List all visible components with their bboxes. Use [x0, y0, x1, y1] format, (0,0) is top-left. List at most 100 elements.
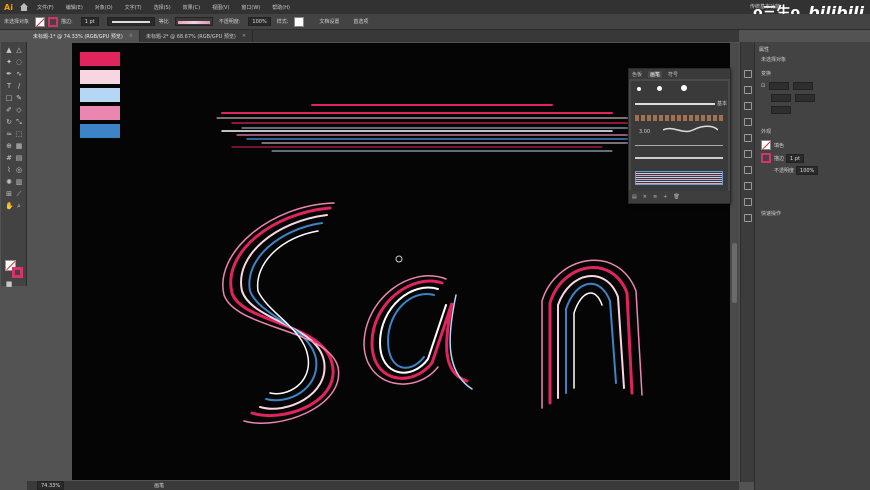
fill-swatch[interactable] [761, 140, 771, 150]
width-field[interactable] [793, 82, 814, 90]
selection-tool-icon[interactable]: ▲ [5, 46, 13, 54]
brush-dot-medium[interactable] [657, 86, 662, 93]
brushes-icon[interactable] [744, 118, 752, 126]
opacity-label: 不透明度: [218, 19, 241, 25]
menu-type[interactable]: 文字(T) [125, 4, 142, 11]
tab-document-1[interactable]: 未标题-1* @ 74.33% (RGB/GPU 预览) × [27, 30, 141, 42]
transform-row-wh [761, 94, 815, 102]
opacity-field[interactable]: 100% [248, 17, 271, 26]
lasso-icon[interactable]: ◌ [15, 58, 23, 66]
stroke-color-icon[interactable] [12, 267, 23, 278]
lettering-s [222, 202, 340, 425]
magic-wand-icon[interactable]: ✦ [5, 58, 13, 66]
brush-basic[interactable] [635, 103, 715, 105]
brush-medium[interactable] [635, 157, 723, 159]
remove-stroke-icon[interactable]: ✕ [643, 194, 647, 200]
mesh-icon[interactable]: # [5, 154, 13, 162]
gradient-icon[interactable]: ▤ [15, 154, 23, 162]
preferences-button[interactable]: 首选项 [350, 18, 371, 25]
fill-swatch[interactable] [35, 16, 46, 27]
type-tool-icon[interactable]: T [5, 82, 13, 90]
tab-swatches[interactable]: 色板 [632, 71, 642, 78]
menu-object[interactable]: 对象(O) [95, 4, 113, 11]
opacity-field[interactable]: 100% [796, 166, 819, 175]
graphic-style-swatch[interactable] [294, 16, 305, 27]
brush-wave-preview[interactable] [663, 125, 718, 135]
reference-point-icon[interactable]: ⊡ [761, 83, 765, 89]
transparency-icon[interactable] [744, 182, 752, 190]
tab-document-2[interactable]: 未标题-2* @ 68.67% (RGB/GPU 预览) × [140, 30, 254, 42]
direct-selection-icon[interactable]: △ [15, 46, 23, 54]
tab-symbols[interactable]: 符号 [668, 71, 678, 78]
curvature-icon[interactable]: ∿ [15, 70, 23, 78]
artboard-icon[interactable]: ⊞ [5, 190, 13, 198]
brush-definition-dropdown[interactable] [174, 17, 213, 26]
menu-help[interactable]: 帮助(H) [272, 4, 290, 11]
brush-dot-large[interactable] [681, 85, 687, 93]
shape-builder-icon[interactable]: ⊕ [5, 142, 13, 150]
height-field[interactable] [795, 94, 815, 102]
stroke-panel-icon[interactable] [744, 150, 752, 158]
menu-file[interactable]: 文件(F) [37, 4, 54, 11]
perspective-icon[interactable]: ▦ [15, 142, 23, 150]
width-tool-icon[interactable]: ≈ [5, 130, 13, 138]
transform-row-xy: ⊡ [761, 82, 814, 90]
brush-pattern[interactable] [635, 115, 723, 121]
hand-tool-icon[interactable]: ✋ [5, 202, 14, 210]
trash-icon[interactable]: 🗑 [673, 194, 679, 200]
stroke-swatch[interactable] [48, 16, 59, 27]
brush-dot-small[interactable] [637, 87, 641, 93]
options-icon[interactable]: ≡ [653, 194, 657, 200]
lettering-n [541, 259, 643, 409]
stroke-weight-field[interactable]: 1 pt [80, 17, 99, 26]
shaper-icon[interactable]: ✐ [5, 106, 13, 114]
menu-select[interactable]: 选择(S) [154, 4, 171, 11]
pen-tool-icon[interactable]: ✒ [5, 70, 13, 78]
slice-icon[interactable]: ⟋ [15, 190, 23, 198]
color-panel-icon[interactable] [744, 70, 752, 78]
rectangle-tool-icon[interactable]: □ [5, 94, 13, 102]
free-transform-icon[interactable]: ⬚ [15, 130, 23, 138]
scroll-thumb[interactable] [732, 243, 737, 303]
eraser-icon[interactable]: ◇ [15, 106, 23, 114]
stroke-label: 描边 [774, 155, 785, 162]
close-icon[interactable]: × [129, 33, 133, 39]
eyedropper-icon[interactable]: ⌇ [5, 166, 13, 174]
menu-edit[interactable]: 编辑(E) [66, 4, 83, 11]
document-setup-button[interactable]: 文档设置 [316, 18, 342, 25]
variable-width-profile[interactable] [106, 17, 155, 26]
stroke-swatch[interactable] [761, 153, 771, 163]
home-icon[interactable] [19, 3, 29, 11]
graph-tool-icon[interactable]: ▥ [15, 178, 23, 186]
swatches-icon[interactable] [744, 102, 752, 110]
line-tool-icon[interactable]: / [15, 82, 23, 90]
appearance-icon[interactable] [744, 198, 752, 206]
paintbrush-icon[interactable]: ✎ [15, 94, 23, 102]
x-field[interactable] [769, 82, 790, 90]
zoom-tool-icon[interactable]: ⌕ [15, 202, 23, 210]
properties-tab[interactable]: 属性 [759, 46, 769, 53]
tab-brushes[interactable]: 画笔 [648, 70, 663, 78]
new-brush-icon[interactable]: + [663, 194, 667, 200]
gradient-panel-icon[interactable] [744, 166, 752, 174]
brush-selected-art-brush[interactable] [635, 171, 723, 185]
menu-view[interactable]: 视图(V) [212, 4, 229, 11]
color-guide-icon[interactable] [744, 86, 752, 94]
brush-thin[interactable] [635, 145, 723, 146]
symbol-sprayer-icon[interactable]: ✺ [5, 178, 13, 186]
color-mode-icon[interactable]: ■ [5, 280, 13, 288]
close-icon[interactable]: × [242, 33, 246, 39]
menu-effect[interactable]: 效果(C) [183, 4, 200, 11]
rotate-field[interactable] [771, 106, 791, 114]
brush-library-icon[interactable]: ▤ [632, 194, 637, 200]
menu-window[interactable]: 窗口(W) [241, 4, 260, 11]
vertical-scrollbar[interactable] [730, 43, 739, 480]
zoom-field[interactable]: 74.33% [37, 481, 65, 490]
scale-icon[interactable]: ⤡ [15, 118, 23, 126]
y-field[interactable] [771, 94, 791, 102]
symbols-icon[interactable] [744, 134, 752, 142]
stroke-weight-field[interactable]: 1 pt [786, 153, 805, 163]
rotate-icon[interactable]: ↻ [5, 118, 13, 126]
graphic-styles-icon[interactable] [744, 214, 752, 222]
blend-icon[interactable]: ◎ [15, 166, 23, 174]
